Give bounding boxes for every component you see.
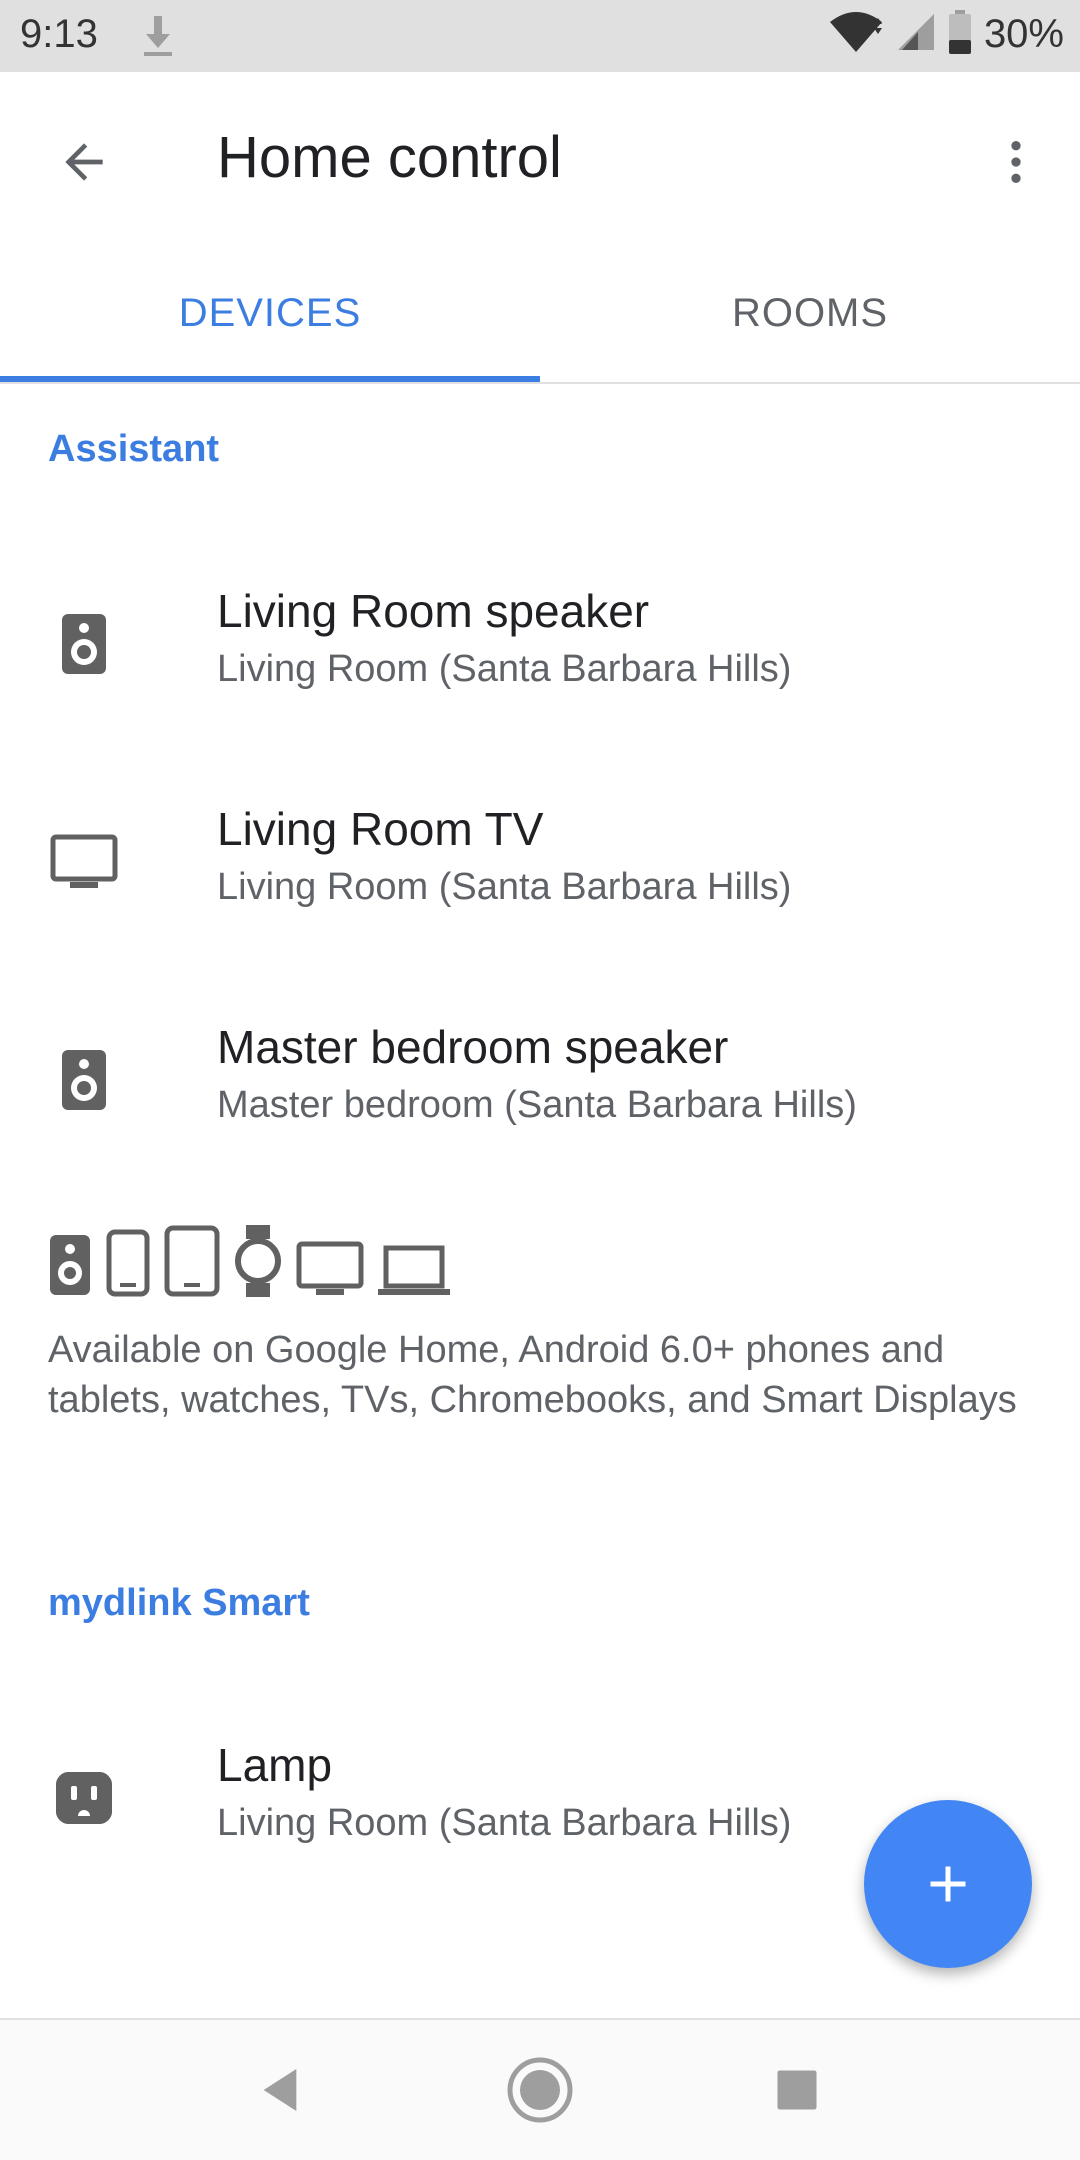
tablet-icon: [164, 1225, 220, 1302]
device-row-living-room-tv[interactable]: Living Room TV Living Room (Santa Barbar…: [0, 778, 1080, 948]
device-name: Lamp: [217, 1739, 333, 1791]
back-button[interactable]: [44, 122, 124, 202]
supported-devices-icons: [48, 1225, 450, 1302]
watch-icon: [234, 1225, 282, 1302]
arrow-back-icon: [65, 143, 103, 181]
status-icons: 30%: [828, 10, 1064, 59]
download-icon: [140, 14, 176, 63]
more-options-button[interactable]: [976, 122, 1056, 202]
nav-home-button[interactable]: [500, 2050, 580, 2130]
plus-icon: [930, 1866, 966, 1902]
more-vert-icon: [1011, 141, 1021, 183]
speaker-icon: [48, 608, 120, 680]
device-name: Living Room TV: [217, 803, 544, 855]
device-location: Living Room (Santa Barbara Hills): [217, 1802, 792, 1844]
tab-rooms[interactable]: ROOMS: [540, 242, 1080, 384]
speaker-icon: [48, 1044, 120, 1116]
tv-icon: [48, 826, 120, 898]
outlet-icon: [48, 1762, 120, 1834]
nav-recents-button[interactable]: [757, 2050, 837, 2130]
battery-icon: [948, 10, 972, 59]
battery-percent: 30%: [983, 12, 1064, 56]
cell-signal-icon: [896, 12, 936, 57]
tab-indicator: [0, 376, 540, 382]
availability-note: Available on Google Home, Android 6.0+ p…: [48, 1329, 1017, 1421]
wifi-icon: [828, 10, 884, 59]
home-circle-icon: [507, 2057, 573, 2123]
status-time: 9:13: [20, 12, 98, 56]
section-header-mydlink: mydlink Smart: [48, 1582, 310, 1624]
add-device-button[interactable]: [864, 1800, 1032, 1968]
square-recents-icon: [777, 2070, 817, 2110]
system-nav-bar: [0, 2018, 1080, 2160]
device-row-master-bedroom-speaker[interactable]: Master bedroom speaker Master bedroom (S…: [0, 996, 1080, 1166]
phone-icon: [106, 1229, 150, 1302]
device-location: Master bedroom (Santa Barbara Hills): [217, 1084, 857, 1126]
page-title: Home control: [217, 125, 562, 190]
tv-icon: [296, 1241, 364, 1302]
tab-devices[interactable]: DEVICES: [0, 242, 540, 384]
app-bar: Home control: [0, 72, 1080, 242]
device-location: Living Room (Santa Barbara Hills): [217, 648, 792, 690]
device-row-living-room-speaker[interactable]: Living Room speaker Living Room (Santa B…: [0, 560, 1080, 730]
device-location: Living Room (Santa Barbara Hills): [217, 866, 792, 908]
section-header-assistant: Assistant: [48, 428, 220, 470]
device-name: Living Room speaker: [217, 585, 650, 637]
speaker-icon: [48, 1233, 92, 1302]
tab-bar: DEVICES ROOMS: [0, 242, 1080, 384]
triangle-back-icon: [263, 2069, 297, 2111]
nav-back-button[interactable]: [240, 2050, 320, 2130]
status-bar: 9:13 30%: [0, 0, 1080, 72]
laptop-icon: [378, 1245, 450, 1302]
device-name: Master bedroom speaker: [217, 1021, 729, 1073]
